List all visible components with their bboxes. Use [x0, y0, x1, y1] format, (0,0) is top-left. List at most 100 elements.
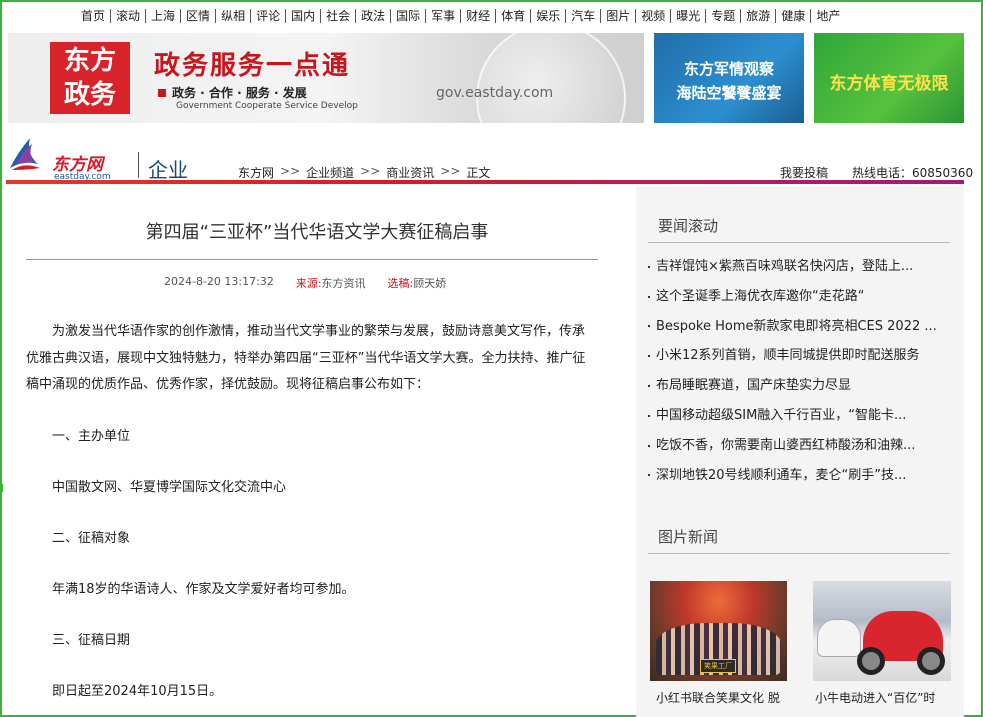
breadcrumb: 东方网 >> 企业频道 >> 商业资讯 >> 正文 — [238, 164, 490, 181]
article-meta: 2024-8-20 13:17:32 来源:东方资讯 选稿:顾天娇 — [164, 275, 446, 291]
topnav-item[interactable]: 图片 — [601, 9, 637, 23]
topnav-item[interactable]: 首页 — [76, 9, 112, 23]
topnav-item[interactable]: 政法 — [356, 9, 392, 23]
source-value: 东方资讯 — [321, 277, 366, 290]
article-body: 为激发当代华语作家的创作激情，推动当代文学事业的繁荣与发展，鼓励诗意美文写作，传… — [26, 319, 588, 717]
bullet-icon — [648, 295, 650, 298]
photo-scooter[interactable] — [813, 581, 951, 681]
gov-banner[interactable]: 东方 政务 政务服务一点通 政务 · 合作 · 服务 · 发展 Governme… — [8, 33, 644, 123]
white-scooter-graphic — [817, 619, 861, 657]
breadcrumb-channel[interactable]: 企业频道 — [306, 164, 354, 181]
bullet-icon — [648, 265, 650, 268]
edge-marker — [0, 484, 3, 492]
breadcrumb-home[interactable]: 东方网 — [238, 164, 274, 181]
bullet-icon — [648, 385, 650, 388]
topnav-item[interactable]: 国内 — [286, 9, 322, 23]
news-item-title: Bespoke Home新款家电即将亮相CES 2022 ... — [656, 318, 937, 334]
top-nav: 首页 滚动 上海 区情 纵相 评论 国内 社会 政法 国际 军事 财经 体育 娱乐 汽车 图片 视频 曝光 专题 旅游… — [76, 7, 903, 25]
article-title: 第四届“三亚杯”当代华语文学大赛征稿启事 — [145, 222, 489, 243]
news-item-title: 小米12系列首销，顺丰同城提供即时配送服务 — [656, 348, 920, 364]
sidebar: 要闻滚动 吉祥馄饨×紫燕百味鸡联名快闪店，登陆上... 这个圣诞季上海优衣库邀你“… — [636, 186, 964, 717]
article-source: 来源:东方资讯 — [296, 275, 366, 291]
header-rule — [6, 180, 964, 184]
gov-subslogan: 政务 · 合作 · 服务 · 发展 — [158, 84, 307, 101]
topnav-item[interactable]: 视频 — [636, 9, 672, 23]
news-item-title: 中国移动超级SIM融入千行百业，“智能卡... — [656, 407, 907, 423]
article-paragraph: 二、征稿对象 — [52, 530, 131, 546]
news-item[interactable]: 布局睡眠赛道，国产床垫实力尽显 — [648, 371, 948, 401]
topnav-item[interactable]: 军事 — [426, 9, 462, 23]
news-item-title: 这个圣诞季上海优衣库邀你“走花路“ — [656, 288, 865, 304]
news-item[interactable]: Bespoke Home新款家电即将亮相CES 2022 ... — [648, 312, 948, 342]
topnav-item[interactable]: 滚动 — [111, 9, 147, 23]
title-divider — [26, 259, 598, 260]
news-item[interactable]: 中国移动超级SIM融入千行百业，“智能卡... — [648, 401, 948, 431]
hotline: 热线电话：60850360 — [852, 166, 974, 180]
eastday-logo-icon[interactable] — [8, 134, 42, 174]
stage-sign: 笑果工厂 — [700, 659, 736, 673]
article-paragraph: 为激发当代华语作家的创作激情，推动当代文学事业的繁荣与发展，鼓励诗意美文写作，传… — [26, 324, 586, 393]
topnav-item[interactable]: 评论 — [251, 9, 287, 23]
channel-title[interactable]: 企业 — [148, 154, 188, 183]
breadcrumb-section[interactable]: 商业资讯 — [386, 164, 434, 181]
article-paragraph: 年满18岁的华语诗人、作家及文学爱好者均可参加。 — [52, 582, 355, 598]
news-item[interactable]: 吉祥馄饨×紫燕百味鸡联名快闪店，登陆上... — [648, 252, 948, 282]
breadcrumb-separator: >> — [280, 164, 301, 178]
gov-english-slogan: Government Cooperate Service Develop — [176, 101, 358, 111]
topnav-item[interactable]: 地产 — [811, 9, 845, 23]
topnav-item[interactable]: 曝光 — [671, 9, 707, 23]
news-item[interactable]: 小米12系列首销，顺丰同城提供即时配送服务 — [648, 341, 948, 371]
breadcrumb-separator: >> — [360, 164, 381, 178]
site-header: 东方网 eastday.com 企业 东方网 >> 企业频道 >> 商业资讯 >… — [0, 128, 983, 186]
gov-slogan: 政务服务一点通 — [154, 51, 351, 81]
topnav-item[interactable]: 体育 — [496, 9, 532, 23]
gov-logo-line1: 东方 — [63, 46, 116, 76]
topnav-item[interactable]: 区情 — [181, 9, 217, 23]
topnav-item[interactable]: 旅游 — [741, 9, 777, 23]
military-banner-line1: 东方军情观察 — [683, 60, 774, 78]
news-item[interactable]: 深圳地铁20号线顺利通车，麦仑“刷手”技... — [648, 461, 948, 491]
news-item[interactable]: 吃饭不香，你需要南山婆西红柿酸汤和油辣... — [648, 431, 948, 461]
topnav-item[interactable]: 娱乐 — [531, 9, 567, 23]
source-label: 来源: — [295, 277, 322, 290]
wheel-graphic — [857, 647, 885, 675]
bullet-icon — [648, 325, 650, 328]
photo-caption[interactable]: 小红书联合笑果文化 脱 — [656, 689, 793, 706]
breadcrumb-separator: >> — [440, 164, 461, 178]
gov-logo: 东方 政务 — [50, 42, 130, 114]
photo-caption[interactable]: 小牛电动进入“百亿”时 — [815, 689, 952, 706]
sports-banner[interactable]: 东方体育无极限 — [814, 33, 964, 123]
article-paragraph: 一、主办单位 — [52, 428, 131, 444]
topnav-item[interactable]: 专题 — [706, 9, 742, 23]
topnav-item[interactable]: 上海 — [146, 9, 182, 23]
stage-sign-text: 笑果工厂 — [704, 662, 732, 670]
topnav-item[interactable]: 国际 — [391, 9, 427, 23]
article-editor: 选稿:顾天娇 — [388, 275, 447, 291]
news-item-title: 深圳地铁20号线顺利通车，麦仑“刷手”技... — [656, 467, 907, 483]
photo-heading: 图片新闻 — [658, 528, 719, 546]
editor-label: 选稿: — [387, 277, 414, 290]
news-item-title: 吉祥馄饨×紫燕百味鸡联名快闪店，登陆上... — [656, 259, 914, 274]
article-paragraph: 即日起至2024年10月15日。 — [52, 684, 223, 700]
article-paragraph: 三、征稿日期 — [52, 633, 131, 649]
photo-heading-rule — [648, 553, 950, 554]
sports-banner-text: 东方体育无极限 — [829, 74, 949, 94]
topnav-item[interactable]: 财经 — [461, 9, 497, 23]
news-item[interactable]: 这个圣诞季上海优衣库邀你“走花路“ — [648, 282, 948, 312]
news-heading: 要闻滚动 — [658, 217, 719, 235]
submit-link[interactable]: 我要投稿 — [780, 164, 828, 181]
bullet-icon — [648, 414, 650, 417]
topnav-item[interactable]: 社会 — [321, 9, 357, 23]
article: 第四届“三亚杯”当代华语文学大赛征稿启事 2024-8-20 13:17:32 … — [8, 186, 626, 717]
photo-event[interactable]: 笑果工厂 — [650, 581, 787, 681]
editor-value: 顾天娇 — [413, 277, 447, 290]
news-list: 吉祥馄饨×紫燕百味鸡联名快闪店，登陆上... 这个圣诞季上海优衣库邀你“走花路“ B… — [648, 252, 948, 490]
gov-logo-line2: 政务 — [63, 80, 116, 110]
article-paragraph: 中国散文网、华夏博学国际文化交流中心 — [52, 479, 287, 495]
topnav-item[interactable]: 汽车 — [566, 9, 602, 23]
bullet-icon — [648, 355, 650, 358]
breadcrumb-current: 正文 — [466, 166, 491, 180]
topnav-item[interactable]: 纵相 — [216, 9, 252, 23]
topnav-item[interactable]: 健康 — [776, 9, 812, 23]
military-banner[interactable]: 东方军情观察 海陆空饕餮盛宴 — [654, 33, 804, 123]
